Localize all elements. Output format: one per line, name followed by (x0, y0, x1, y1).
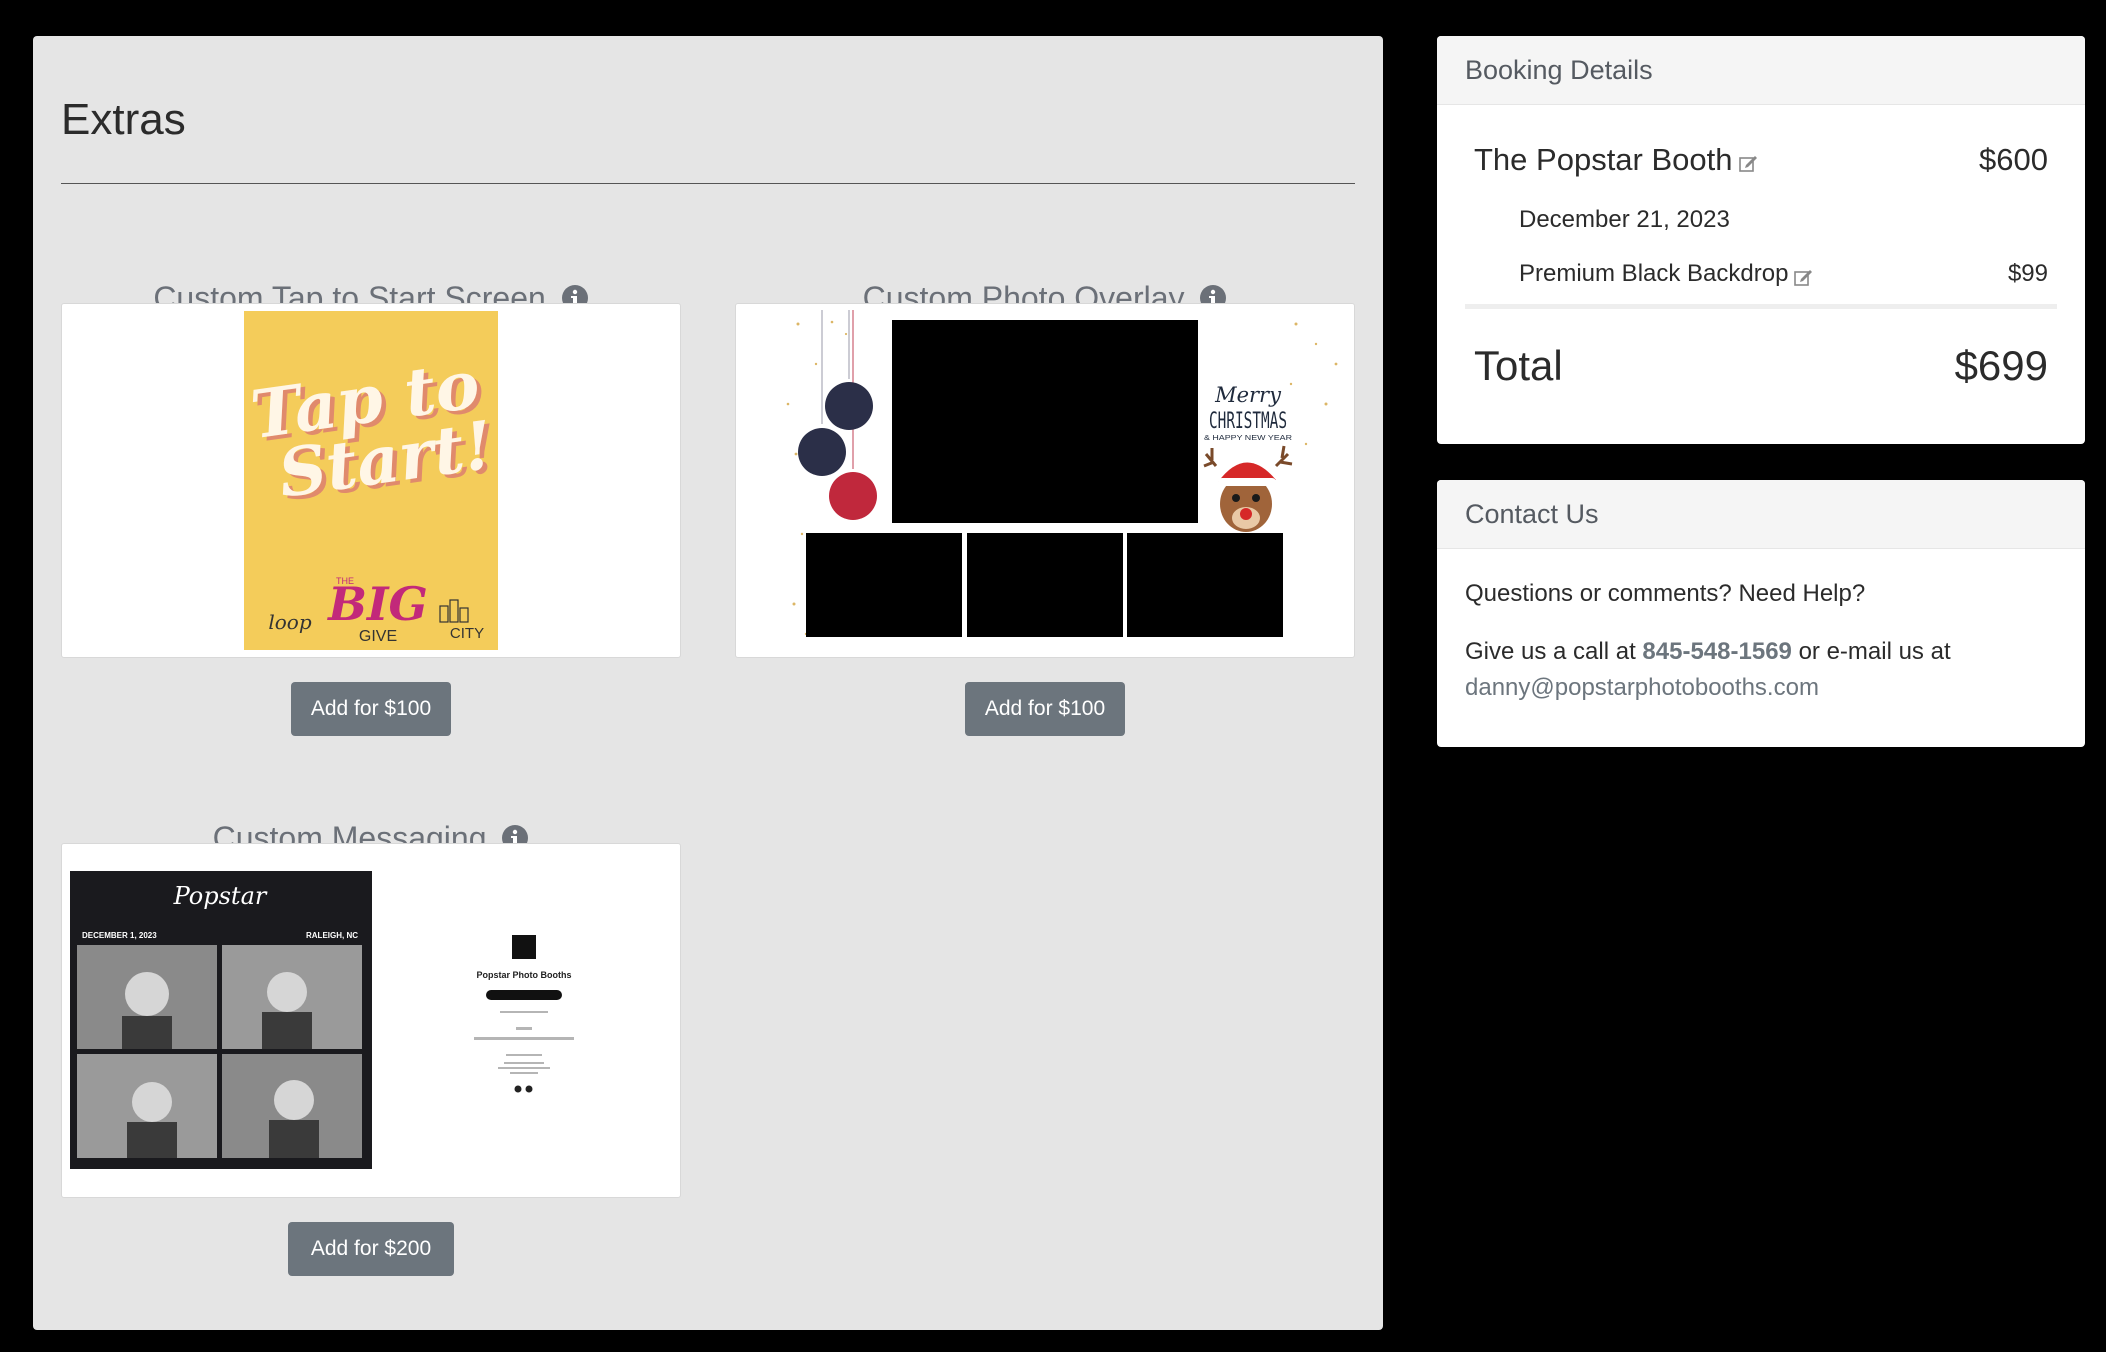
custom-messaging-preview: Popstar DECEMBER 1, 2023 RALEIGH, NC Pop… (61, 843, 681, 1198)
package-name: The Popstar Booth (1474, 142, 1733, 177)
photo-overlay-preview: Merry CHRISTMAS & HAPPY NEW YEAR (735, 303, 1355, 658)
page-title: Extras (61, 95, 186, 144)
message-detail-lines (474, 1011, 574, 1074)
tap-to-start-preview: Tap to Tap to Start! Start! loop THE BIG… (61, 303, 681, 658)
greeting-sub: & HAPPY NEW YEAR (1204, 435, 1292, 442)
overlay-photo-slot (806, 533, 962, 637)
overlay-photo-slot (1127, 533, 1283, 637)
strip-date: DECEMBER 1, 2023 (82, 931, 157, 940)
reindeer-icon (1203, 445, 1293, 532)
city-logo: CITY (450, 625, 484, 642)
contact-card: Contact Us Questions or comments? Need H… (1437, 480, 2085, 747)
contact-help-text: Questions or comments? Need Help? (1465, 580, 1866, 607)
strip-location: RALEIGH, NC (306, 931, 358, 940)
add-photo-overlay-button[interactable]: Add for $100 (965, 682, 1125, 736)
phone-link[interactable]: 845-548-1569 (1642, 638, 1791, 665)
addon-name: Premium Black Backdrop (1519, 260, 1789, 287)
edit-icon[interactable] (1794, 267, 1814, 287)
contact-details: Give us a call at 845-548-1569 or e-mail… (1465, 634, 2065, 706)
addon-price: $99 (2007, 260, 2048, 287)
add-tap-to-start-button[interactable]: Add for $100 (291, 682, 451, 736)
overlay-photo-slot-main (892, 320, 1198, 523)
greeting-script: Merry (1214, 383, 1282, 407)
message-brand: Popstar Photo Booths (477, 970, 572, 980)
package-price: $600 (1979, 142, 2048, 177)
total-label: Total (1474, 342, 1563, 389)
custom-messaging-image: Popstar DECEMBER 1, 2023 RALEIGH, NC Pop… (70, 871, 574, 1169)
call-prefix: Give us a call at (1465, 638, 1636, 665)
contact-header: Contact Us (1437, 480, 2085, 549)
big-give-logo: BIG (326, 577, 428, 631)
overlay-photo-slot (967, 533, 1123, 637)
strip-logo: Popstar (173, 882, 268, 910)
extras-panel: Extras Custom Tap to Start Screen Tap to… (33, 36, 1383, 1330)
big-give-logo-bottom: GIVE (359, 628, 397, 645)
event-date: December 21, 2023 (1519, 206, 1730, 233)
social-icon (525, 1085, 533, 1093)
loop-logo: loop (268, 610, 311, 634)
tap-to-start-image: Tap to Tap to Start! Start! loop THE BIG… (244, 311, 502, 650)
booking-details-card: Booking Details The Popstar Booth $600 D… (1437, 36, 2085, 444)
package-row: The Popstar Booth $600 (1474, 142, 2048, 178)
total-row: Total $699 (1474, 342, 2048, 390)
total-value: $699 (1954, 342, 2048, 389)
email-link[interactable]: danny@popstarphotobooths.com (1465, 674, 1819, 701)
event-date-row: December 21, 2023 (1519, 206, 1730, 234)
message-cta-bar (486, 990, 562, 1000)
message-logo-icon (512, 935, 536, 959)
ornaments-icon (798, 310, 877, 520)
total-divider (1465, 304, 2057, 309)
edit-icon[interactable] (1738, 153, 1759, 173)
social-icon (514, 1085, 522, 1093)
photo-overlay-image: Merry CHRISTMAS & HAPPY NEW YEAR (786, 310, 1338, 637)
add-custom-messaging-button[interactable]: Add for $200 (288, 1222, 454, 1276)
booking-details-header: Booking Details (1437, 36, 2085, 105)
addon-row: Premium Black Backdrop $99 (1519, 260, 2048, 288)
greeting-main: CHRISTMAS (1209, 409, 1287, 434)
email-prefix: or e-mail us at (1798, 638, 1951, 665)
title-divider (61, 183, 1355, 184)
